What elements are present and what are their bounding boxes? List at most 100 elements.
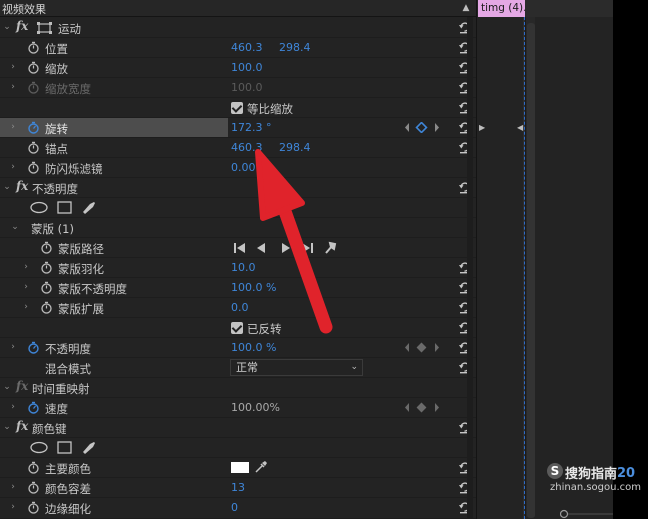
blend-mode-select[interactable]: 正常 ⌄ xyxy=(230,359,363,376)
effect-row-time-remap[interactable]: ⌄ fx 时间重映射 xyxy=(0,378,476,398)
property-row-color-tolerance[interactable]: › 颜色容差 13 xyxy=(0,478,476,498)
ellipse-mask-icon[interactable] xyxy=(30,441,48,454)
chevron-down-icon[interactable]: ⌄ xyxy=(10,221,20,234)
keyframe-navigator[interactable] xyxy=(403,402,443,413)
chevron-right-icon[interactable]: › xyxy=(21,261,31,274)
property-row-blend-mode[interactable]: 混合模式 正常 ⌄ xyxy=(0,358,476,378)
mask-track-controls[interactable] xyxy=(233,241,343,255)
timeline-scrollbar[interactable] xyxy=(525,17,535,518)
chevron-down-icon[interactable]: ⌄ xyxy=(2,421,12,434)
ellipse-mask-icon[interactable] xyxy=(30,201,48,214)
transform-box-icon[interactable] xyxy=(36,22,53,34)
stopwatch-icon[interactable] xyxy=(27,501,40,514)
property-row-mask-expansion[interactable]: › 蒙版扩展 0.0 xyxy=(0,298,476,318)
effect-row-opacity[interactable]: ⌄ fx 不透明度 xyxy=(0,178,476,198)
edge-thin-value[interactable]: 0 xyxy=(231,501,238,514)
stopwatch-icon[interactable] xyxy=(27,161,40,174)
chevron-right-icon[interactable]: › xyxy=(8,501,18,514)
rectangle-mask-icon[interactable] xyxy=(57,441,72,454)
effect-row-color-key[interactable]: ⌄ fx 颜色键 xyxy=(0,418,476,438)
stopwatch-icon[interactable] xyxy=(27,481,40,494)
panel-scrollbar[interactable] xyxy=(467,17,473,519)
stopwatch-icon[interactable] xyxy=(27,41,40,54)
mask-expansion-value[interactable]: 0.0 xyxy=(231,301,249,314)
chevron-right-icon[interactable]: › xyxy=(8,161,18,174)
property-label: 边缘细化 xyxy=(45,502,91,516)
fx-toggle-icon[interactable]: fx xyxy=(16,19,28,33)
stopwatch-icon[interactable] xyxy=(40,301,53,314)
chevron-right-icon[interactable]: › xyxy=(21,301,31,314)
anchor-x-value[interactable]: 460.3 xyxy=(231,141,263,154)
chevron-right-icon[interactable]: › xyxy=(8,61,18,74)
zoom-slider[interactable] xyxy=(560,509,613,519)
chevron-right-icon[interactable]: › xyxy=(8,121,18,134)
chevron-right-icon[interactable]: › xyxy=(8,401,18,414)
stopwatch-icon[interactable] xyxy=(40,241,53,254)
opacity-value[interactable]: 100.0 % xyxy=(231,341,276,354)
property-row-mask-opacity[interactable]: › 蒙版不透明度 100.0 % xyxy=(0,278,476,298)
pen-mask-icon[interactable] xyxy=(82,441,97,455)
fx-toggle-icon[interactable]: fx xyxy=(16,419,28,433)
keyframe-navigator[interactable] xyxy=(403,122,443,133)
watermark-brand: S 搜狗指南 xyxy=(547,463,617,482)
stopwatch-active-icon[interactable] xyxy=(27,401,40,414)
property-row-edge-thin[interactable]: › 边缘细化 0 xyxy=(0,498,476,519)
stopwatch-icon[interactable] xyxy=(40,261,53,274)
keyframe-arrow-icon: ▶ xyxy=(479,123,486,132)
effect-label: 时间重映射 xyxy=(32,382,90,396)
chevron-down-icon[interactable]: ⌄ xyxy=(2,181,12,194)
timeline-ruler[interactable] xyxy=(525,0,614,17)
inverted-checkbox[interactable] xyxy=(231,322,243,334)
fx-toggle-icon[interactable]: fx xyxy=(16,179,28,193)
mask-feather-value[interactable]: 10.0 xyxy=(231,261,256,274)
mask-row[interactable]: ⌄ 蒙版 (1) xyxy=(0,218,476,238)
chevron-right-icon[interactable]: › xyxy=(8,81,18,94)
chevron-down-icon[interactable]: ⌄ xyxy=(2,381,12,394)
uniform-scale-checkbox[interactable] xyxy=(231,102,243,114)
triangle-up-icon[interactable]: ▲ xyxy=(459,1,473,15)
keyframe-navigator[interactable] xyxy=(403,342,443,353)
chevron-down-icon[interactable]: ⌄ xyxy=(2,21,12,34)
property-row-anti-flicker[interactable]: › 防闪烁滤镜 0.00 xyxy=(0,158,476,178)
mask-opacity-value[interactable]: 100.0 % xyxy=(231,281,276,294)
stopwatch-icon[interactable] xyxy=(27,141,40,154)
stopwatch-active-icon[interactable] xyxy=(27,121,40,134)
stopwatch-icon[interactable] xyxy=(27,461,40,474)
property-row-position[interactable]: 位置 460.3 298.4 xyxy=(0,38,476,58)
effect-label: 颜色键 xyxy=(32,422,67,436)
property-row-anchor[interactable]: 锚点 460.3 298.4 xyxy=(0,138,476,158)
mask-label: 蒙版 (1) xyxy=(31,222,74,236)
property-row-uniform-scale: 等比缩放 xyxy=(0,98,476,118)
position-x-value[interactable]: 460.3 xyxy=(231,41,263,54)
property-row-mask-path[interactable]: 蒙版路径 xyxy=(0,238,476,258)
stopwatch-icon[interactable] xyxy=(27,61,40,74)
pen-mask-icon[interactable] xyxy=(82,201,97,215)
effect-timeline: timg (4).j ▶ ◀ xyxy=(476,0,614,519)
rectangle-mask-icon[interactable] xyxy=(57,201,72,214)
key-color-swatch[interactable] xyxy=(231,462,249,473)
rotation-value[interactable]: 172.3 ° xyxy=(231,121,272,134)
position-y-value[interactable]: 298.4 xyxy=(279,41,311,54)
color-tolerance-value[interactable]: 13 xyxy=(231,481,245,494)
stopwatch-icon[interactable] xyxy=(40,281,53,294)
anti-flicker-value[interactable]: 0.00 xyxy=(231,161,256,174)
chevron-right-icon[interactable]: › xyxy=(21,281,31,294)
eyedropper-icon[interactable] xyxy=(254,460,268,474)
property-row-opacity[interactable]: › 不透明度 100.0 % xyxy=(0,338,476,358)
property-row-scale[interactable]: › 缩放 100.0 xyxy=(0,58,476,78)
anchor-y-value[interactable]: 298.4 xyxy=(279,141,311,154)
chevron-right-icon[interactable]: › xyxy=(8,341,18,354)
chevron-down-icon: ⌄ xyxy=(350,362,358,372)
property-row-speed[interactable]: › 速度 100.00% xyxy=(0,398,476,418)
chevron-right-icon[interactable]: › xyxy=(8,481,18,494)
property-row-mask-feather[interactable]: › 蒙版羽化 10.0 xyxy=(0,258,476,278)
scrollbar-thumb[interactable] xyxy=(527,23,535,518)
effect-label: 运动 xyxy=(58,22,81,36)
stopwatch-active-icon[interactable] xyxy=(27,341,40,354)
clip-bar[interactable]: timg (4).j xyxy=(478,0,525,17)
effect-row-motion[interactable]: ⌄ fx 运动 xyxy=(0,18,476,38)
property-row-rotation[interactable]: › 旋转 172.3 ° xyxy=(0,118,476,138)
property-row-scale-width[interactable]: › 缩放宽度 100.0 xyxy=(0,78,476,98)
scale-value[interactable]: 100.0 xyxy=(231,61,263,74)
property-row-key-color[interactable]: 主要颜色 xyxy=(0,458,476,478)
